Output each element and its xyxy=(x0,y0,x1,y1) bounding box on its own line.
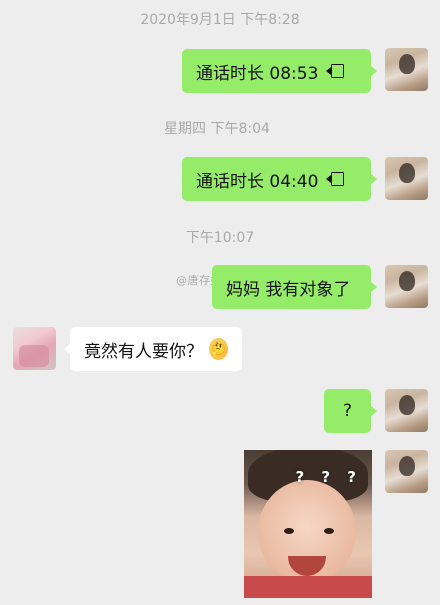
sticker-eye xyxy=(324,528,334,534)
video-call-icon xyxy=(326,64,345,78)
avatar-me[interactable] xyxy=(385,265,428,308)
message-bubble[interactable]: 妈妈 我有对象了 xyxy=(212,265,377,309)
call-bubble[interactable]: 通话时长 04:40 xyxy=(182,157,377,201)
thinking-face-emoji: 🤔 xyxy=(209,338,228,360)
avatar-me[interactable] xyxy=(385,157,428,200)
call-duration-label: 通话时长 04:40 xyxy=(196,171,319,192)
message-bubble[interactable]: 竟然有人要你？ 🤔 xyxy=(64,327,242,371)
message-text: ? xyxy=(342,401,353,421)
avatar-me[interactable] xyxy=(385,48,428,91)
avatar-other[interactable] xyxy=(13,327,56,370)
sticker-collar xyxy=(244,576,372,598)
timestamp: 2020年9月1日 下午8:28 xyxy=(140,12,300,28)
timestamp: 下午10:07 xyxy=(185,230,255,246)
sticker-image[interactable]: ? ? ? xyxy=(244,450,372,598)
avatar-me[interactable] xyxy=(385,389,428,432)
avatar-me[interactable] xyxy=(385,450,428,493)
message-text: 竟然有人要你？ xyxy=(84,341,203,362)
message-bubble[interactable]: ? xyxy=(324,389,377,433)
sticker-eye xyxy=(284,528,294,534)
call-bubble[interactable]: 通话时长 08:53 xyxy=(182,49,377,93)
timestamp: 星期四 下午8:04 xyxy=(164,121,270,137)
sticker-question-marks: ? ? ? xyxy=(295,468,362,486)
message-text: 妈妈 我有对象了 xyxy=(226,279,351,300)
video-call-icon xyxy=(326,172,345,186)
call-duration-label: 通话时长 08:53 xyxy=(196,63,319,84)
